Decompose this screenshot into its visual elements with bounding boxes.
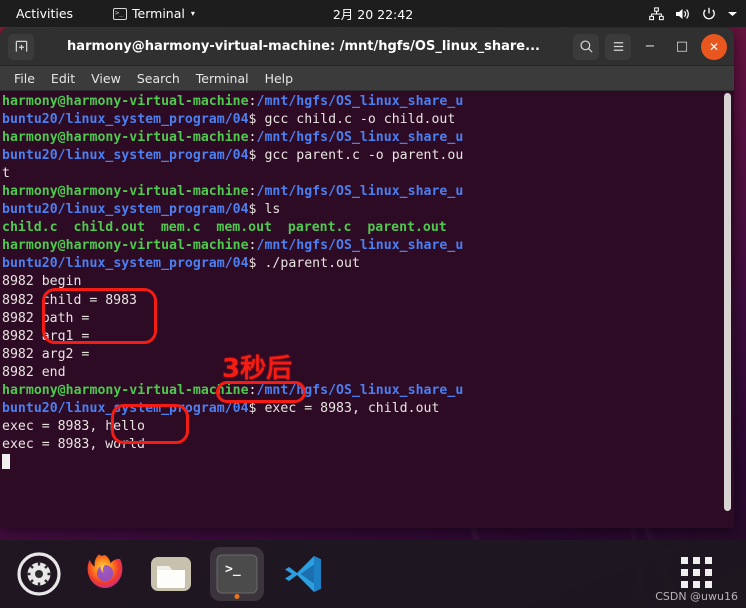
dock: >_ CSDN @uwu16 <box>0 540 746 608</box>
window-titlebar[interactable]: harmony@harmony-virtual-machine: /mnt/hg… <box>0 28 734 66</box>
menu-item-help[interactable]: Help <box>257 69 302 88</box>
power-icon <box>702 7 716 21</box>
minimize-button[interactable]: − <box>637 34 663 60</box>
chevron-down-icon <box>727 10 738 18</box>
dock-item-vscode[interactable] <box>276 547 330 601</box>
gnome-top-bar: Activities >_ Terminal ▾ 2月 20 22:42 <box>0 0 746 27</box>
chevron-down-icon: ▾ <box>190 9 195 18</box>
terminal-icon: >_ <box>113 7 128 20</box>
clock-button[interactable]: 2月 20 22:42 <box>333 4 413 23</box>
maximize-button[interactable]: □ <box>669 34 695 60</box>
svg-text:>_: >_ <box>225 562 241 577</box>
show-applications-button[interactable]: CSDN @uwu16 <box>655 551 738 606</box>
volume-icon <box>675 7 691 21</box>
dock-item-terminal[interactable]: >_ <box>210 547 264 601</box>
menu-item-terminal[interactable]: Terminal <box>188 69 257 88</box>
menu-item-view[interactable]: View <box>83 69 129 88</box>
terminal-output-area[interactable]: harmony@harmony-virtual-machine:/mnt/hgf… <box>0 91 734 528</box>
close-button[interactable]: ✕ <box>701 33 727 60</box>
minimize-glyph: − <box>644 39 656 54</box>
menu-item-file[interactable]: File <box>6 69 43 88</box>
menu-item-search[interactable]: Search <box>129 69 188 88</box>
terminal-window: harmony@harmony-virtual-machine: /mnt/hg… <box>0 28 734 528</box>
dock-item-firefox[interactable] <box>78 547 132 601</box>
maximize-glyph: □ <box>675 39 689 54</box>
terminal-scrollbar[interactable] <box>724 93 731 511</box>
menu-bar: File Edit View Search Terminal Help <box>0 66 734 91</box>
new-tab-button[interactable] <box>8 33 34 60</box>
window-title: harmony@harmony-virtual-machine: /mnt/hg… <box>67 39 540 54</box>
dock-item-settings[interactable] <box>12 547 66 601</box>
folder-icon <box>151 557 191 591</box>
app-menu-button[interactable]: >_ Terminal ▾ <box>107 4 201 23</box>
system-status-area[interactable] <box>649 6 738 21</box>
apps-grid-icon <box>681 557 713 588</box>
vscode-icon <box>285 556 321 592</box>
three-seconds-label: 3秒后 <box>222 354 293 384</box>
terminal-text: harmony@harmony-virtual-machine:/mnt/hgf… <box>2 93 734 472</box>
menu-item-edit[interactable]: Edit <box>43 69 83 88</box>
network-icon <box>649 6 664 21</box>
clock-label: 2月 20 22:42 <box>332 7 414 22</box>
watermark-label: CSDN @uwu16 <box>655 590 738 603</box>
dock-item-files[interactable] <box>144 547 198 601</box>
gear-icon <box>17 552 61 596</box>
close-glyph: ✕ <box>708 39 720 54</box>
search-button[interactable] <box>573 33 599 60</box>
activities-button[interactable]: Activities <box>10 4 79 23</box>
app-menu-label: Terminal <box>132 6 185 21</box>
running-indicator-dot <box>234 594 240 599</box>
firefox-icon <box>87 554 123 588</box>
hamburger-menu-button[interactable] <box>605 33 631 60</box>
activities-label: Activities <box>16 6 74 21</box>
terminal-icon: >_ <box>216 554 258 594</box>
